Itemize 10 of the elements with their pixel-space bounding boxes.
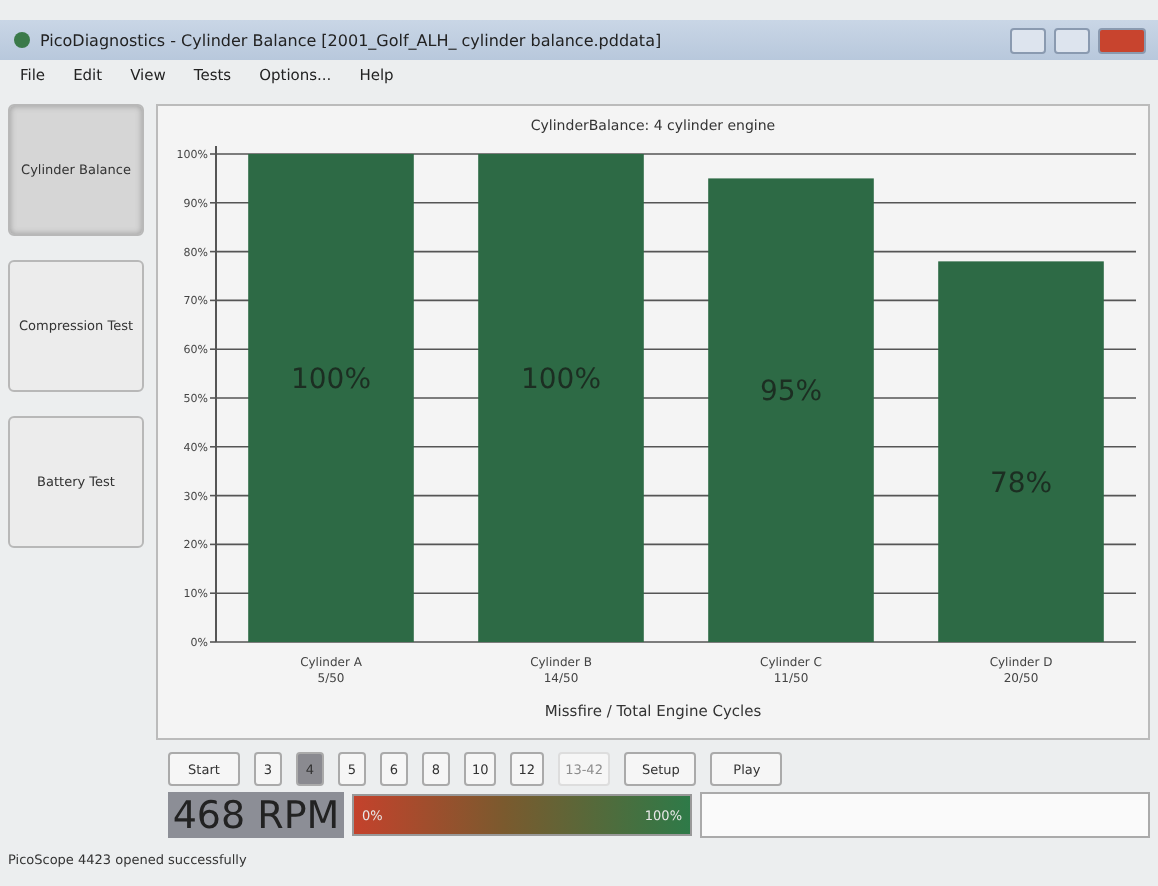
maximize-button[interactable] [1054,27,1090,53]
close-button[interactable] [1098,27,1146,53]
bar-value-label: 100% [519,364,601,396]
bar-value-label: 100% [289,364,371,396]
window-title: PicoDiagnostics - Cylinder Balance [2001_Golf_ALH_ cylinder balance.pddata] [40,31,664,49]
app-icon [12,30,32,50]
bar-value-label: 95% [758,376,822,409]
minimize-button[interactable] [1010,27,1046,53]
rpm-display: 468 RPM [168,792,344,838]
bar-value-label: 78% [988,467,1052,500]
